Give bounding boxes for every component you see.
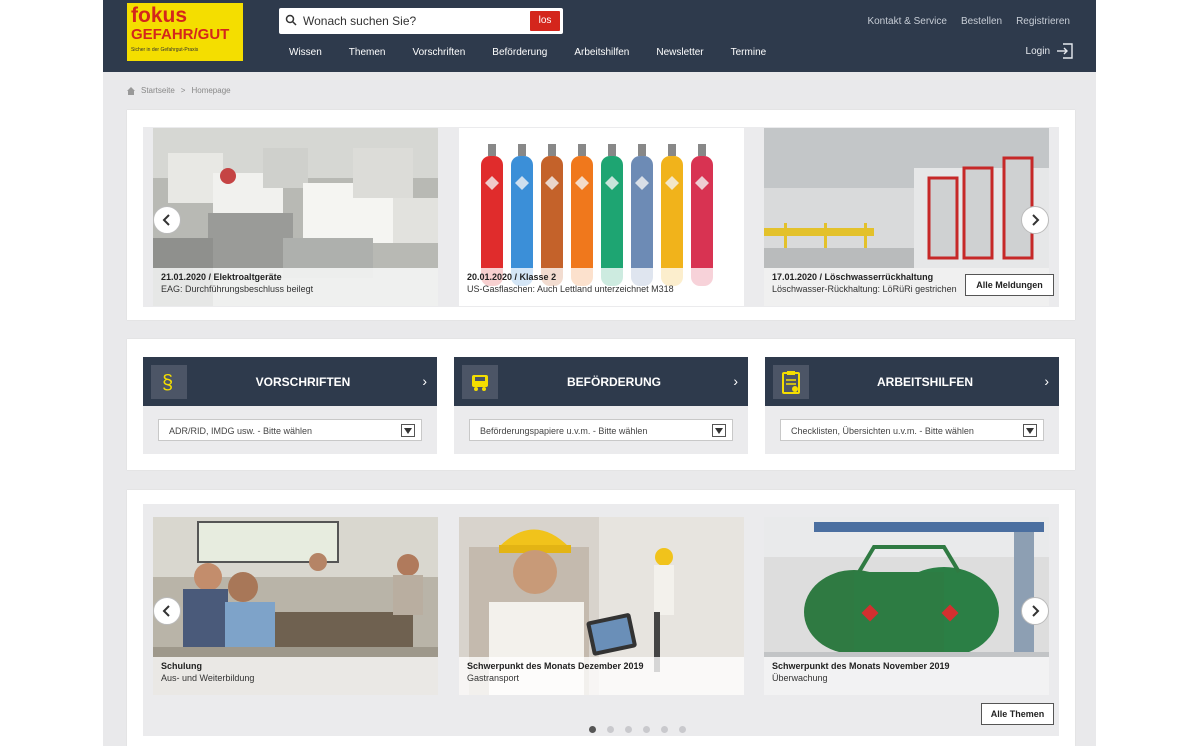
theme-title: Schwerpunkt des Monats Dezember 2019 bbox=[467, 661, 644, 671]
all-news-button[interactable]: Alle Meldungen bbox=[965, 274, 1054, 296]
themes-next-arrow[interactable] bbox=[1021, 597, 1049, 625]
nav-vorschriften[interactable]: Vorschriften bbox=[412, 47, 465, 58]
login-icon bbox=[1057, 43, 1073, 59]
theme-slide[interactable]: Schwerpunkt des Monats Dezember 2019 Gas… bbox=[459, 517, 744, 695]
nav-wissen[interactable]: Wissen bbox=[289, 47, 322, 58]
pagination-dot[interactable] bbox=[661, 726, 668, 733]
home-icon[interactable] bbox=[127, 86, 135, 95]
category-befoerderung: BEFÖRDERUNG › Beförderungspapiere u.v.m.… bbox=[454, 357, 748, 454]
paragraph-icon: § bbox=[151, 365, 187, 399]
theme-caption: Schwerpunkt des Monats November 2019 Übe… bbox=[764, 657, 1049, 695]
news-slide[interactable]: 20.01.2020 / Klasse 2 US-Gasflaschen: Au… bbox=[459, 128, 744, 306]
themes-prev-arrow[interactable] bbox=[153, 597, 181, 625]
chevron-down-icon bbox=[401, 424, 415, 437]
category-header[interactable]: ARBEITSHILFEN › bbox=[765, 357, 1059, 406]
news-caption: 20.01.2020 / Klasse 2 US-Gasflaschen: Au… bbox=[459, 268, 744, 306]
chevron-down-icon bbox=[1023, 424, 1037, 437]
category-header[interactable]: § VORSCHRIFTEN › bbox=[143, 357, 437, 406]
news-slider: 21.01.2020 / Elektroaltgeräte EAG: Durch… bbox=[143, 127, 1059, 307]
theme-subtitle: Aus- und Weiterbildung bbox=[161, 673, 255, 683]
news-title: 21.01.2020 / Elektroaltgeräte bbox=[161, 272, 282, 282]
news-subtitle: US-Gasflaschen: Auch Lettland unterzeich… bbox=[467, 284, 674, 294]
chevron-down-icon bbox=[712, 424, 726, 437]
category-select[interactable]: Beförderungspapiere u.v.m. - Bitte wähle… bbox=[469, 419, 733, 441]
category-arbeitshilfen: ARBEITSHILFEN › Checklisten, Übersichten… bbox=[765, 357, 1059, 454]
categories-card: § VORSCHRIFTEN › ADR/RID, IMDG usw. - Bi… bbox=[127, 339, 1075, 470]
theme-subtitle: Gastransport bbox=[467, 673, 520, 683]
news-caption: 21.01.2020 / Elektroaltgeräte EAG: Durch… bbox=[153, 268, 438, 306]
chevron-right-icon: › bbox=[733, 373, 738, 389]
pagination-dot[interactable] bbox=[625, 726, 632, 733]
link-kontakt[interactable]: Kontakt & Service bbox=[867, 16, 946, 27]
chevron-right-icon bbox=[1032, 214, 1040, 226]
theme-title: Schwerpunkt des Monats November 2019 bbox=[772, 661, 950, 671]
top-links: Kontakt & Service Bestellen Registrieren bbox=[867, 16, 1070, 27]
nav-befoerderung[interactable]: Beförderung bbox=[492, 47, 547, 58]
chevron-right-icon: › bbox=[422, 373, 427, 389]
nav-newsletter[interactable]: Newsletter bbox=[656, 47, 703, 58]
select-value: Beförderungspapiere u.v.m. - Bitte wähle… bbox=[480, 426, 648, 436]
theme-subtitle: Überwachung bbox=[772, 673, 828, 683]
pagination-dot[interactable] bbox=[589, 726, 596, 733]
all-themes-button[interactable]: Alle Themen bbox=[981, 703, 1054, 725]
breadcrumb-home[interactable]: Startseite bbox=[141, 86, 175, 95]
page: fokus GEFAHR/GUT Sicher in der Gefahrgut… bbox=[103, 0, 1096, 746]
select-value: Checklisten, Übersichten u.v.m. - Bitte … bbox=[791, 426, 974, 436]
truck-icon bbox=[462, 365, 498, 399]
category-select[interactable]: ADR/RID, IMDG usw. - Bitte wählen bbox=[158, 419, 422, 441]
svg-text:§: § bbox=[162, 372, 173, 393]
logo[interactable]: fokus GEFAHR/GUT Sicher in der Gefahrgut… bbox=[127, 3, 243, 61]
category-label: VORSCHRIFTEN bbox=[255, 375, 351, 389]
news-subtitle: EAG: Durchführungsbeschluss beilegt bbox=[161, 284, 314, 294]
logo-tagline: Sicher in der Gefahrgut-Praxis bbox=[131, 47, 199, 53]
nav-arbeitshilfen[interactable]: Arbeitshilfen bbox=[574, 47, 629, 58]
themes-card: Schulung Aus- und Weiterbildung Schwerpu… bbox=[127, 490, 1075, 746]
theme-slide[interactable]: Schwerpunkt des Monats November 2019 Übe… bbox=[764, 517, 1049, 695]
login-link[interactable]: Login bbox=[1026, 43, 1074, 59]
login-label: Login bbox=[1025, 45, 1050, 57]
news-card: 21.01.2020 / Elektroaltgeräte EAG: Durch… bbox=[127, 110, 1075, 320]
news-title: 20.01.2020 / Klasse 2 bbox=[467, 272, 557, 282]
theme-slide[interactable]: Schulung Aus- und Weiterbildung bbox=[153, 517, 438, 695]
breadcrumb-separator: > bbox=[180, 86, 186, 95]
logo-line1: fokus bbox=[131, 4, 188, 27]
themes-slider: Schulung Aus- und Weiterbildung Schwerpu… bbox=[143, 504, 1059, 736]
category-label: ARBEITSHILFEN bbox=[877, 375, 973, 389]
search-box[interactable]: Wonach suchen Sie? los bbox=[279, 8, 563, 34]
search-input[interactable]: Wonach suchen Sie? bbox=[303, 14, 416, 28]
breadcrumb: Startseite > Homepage bbox=[127, 86, 231, 95]
pagination-dot[interactable] bbox=[679, 726, 686, 733]
pagination-dot[interactable] bbox=[607, 726, 614, 733]
search-icon bbox=[285, 14, 297, 26]
chevron-right-icon bbox=[1032, 605, 1040, 617]
news-next-arrow[interactable] bbox=[1021, 206, 1049, 234]
news-prev-arrow[interactable] bbox=[153, 206, 181, 234]
category-select[interactable]: Checklisten, Übersichten u.v.m. - Bitte … bbox=[780, 419, 1044, 441]
nav-themen[interactable]: Themen bbox=[349, 47, 386, 58]
select-value: ADR/RID, IMDG usw. - Bitte wählen bbox=[169, 426, 313, 436]
search-button[interactable]: los bbox=[530, 11, 560, 31]
nav-termine[interactable]: Termine bbox=[731, 47, 767, 58]
chevron-left-icon bbox=[162, 605, 170, 617]
theme-caption: Schwerpunkt des Monats Dezember 2019 Gas… bbox=[459, 657, 744, 695]
news-slide[interactable]: 21.01.2020 / Elektroaltgeräte EAG: Durch… bbox=[153, 128, 438, 306]
category-vorschriften: § VORSCHRIFTEN › ADR/RID, IMDG usw. - Bi… bbox=[143, 357, 437, 454]
theme-title: Schulung bbox=[161, 661, 202, 671]
chevron-left-icon bbox=[162, 214, 170, 226]
link-registrieren[interactable]: Registrieren bbox=[1016, 16, 1070, 27]
clipboard-icon bbox=[773, 365, 809, 399]
main-nav: Wissen Themen Vorschriften Beförderung A… bbox=[289, 47, 793, 58]
link-bestellen[interactable]: Bestellen bbox=[961, 16, 1002, 27]
themes-pagination bbox=[589, 726, 686, 733]
theme-caption: Schulung Aus- und Weiterbildung bbox=[153, 657, 438, 695]
breadcrumb-current: Homepage bbox=[191, 86, 231, 95]
category-header[interactable]: BEFÖRDERUNG › bbox=[454, 357, 748, 406]
pagination-dot[interactable] bbox=[643, 726, 650, 733]
chevron-right-icon: › bbox=[1044, 373, 1049, 389]
logo-line2: GEFAHR/GUT bbox=[131, 26, 230, 43]
header: fokus GEFAHR/GUT Sicher in der Gefahrgut… bbox=[103, 0, 1096, 72]
category-label: BEFÖRDERUNG bbox=[566, 375, 661, 389]
